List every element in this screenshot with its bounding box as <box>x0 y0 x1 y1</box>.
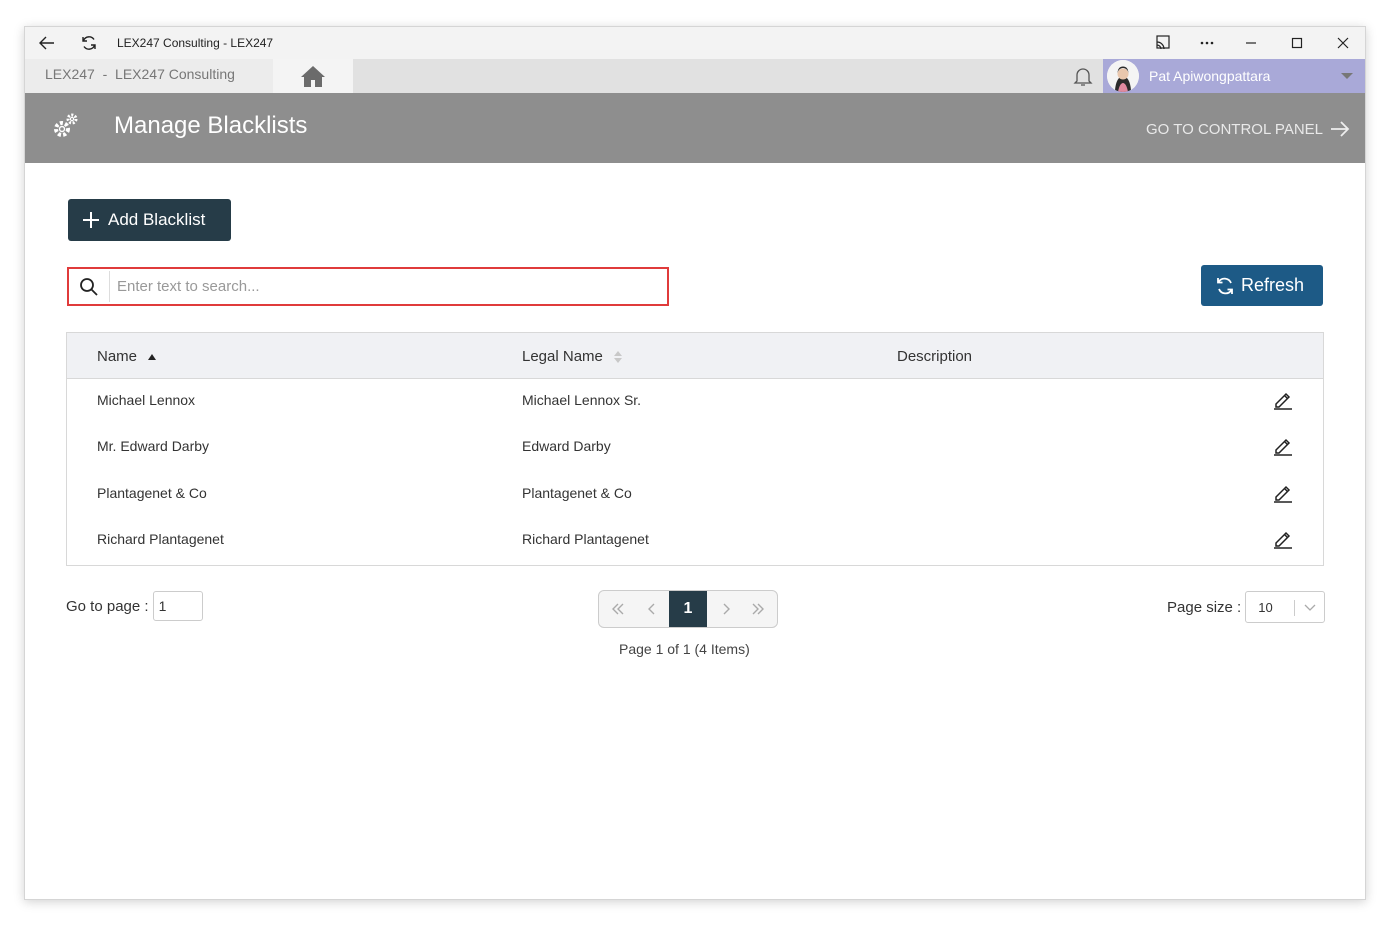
back-arrow-icon[interactable] <box>37 33 57 53</box>
sort-ascending-icon <box>148 353 157 360</box>
edit-pencil-icon[interactable] <box>1272 482 1294 504</box>
breadcrumb[interactable]: LEX247 - LEX247 Consulting <box>25 59 273 93</box>
page-size-select[interactable]: 10 <box>1245 591 1326 623</box>
pager: 1 <box>598 590 778 628</box>
next-page-icon[interactable] <box>709 591 743 627</box>
edit-pencil-icon[interactable] <box>1272 528 1294 550</box>
arrow-right-icon <box>1331 121 1350 137</box>
refresh-label: Refresh <box>1241 275 1305 295</box>
app-bar: LEX247 - LEX247 Consulting Pat Apiwongpa… <box>25 59 1365 93</box>
edit-pencil-icon[interactable] <box>1272 389 1294 411</box>
plus-icon <box>83 212 99 228</box>
page-number-button[interactable]: 1 <box>669 591 707 627</box>
add-blacklist-button[interactable]: Add Blacklist <box>68 199 231 241</box>
cell-legal-name: Plantagenet & Co <box>522 485 632 501</box>
app-window: LEX247 Consulting - LEX247 LEX247 - LEX2… <box>24 26 1366 900</box>
home-tab[interactable] <box>273 59 353 93</box>
table-row[interactable]: Mr. Edward Darby Edward Darby <box>67 425 1323 471</box>
go-to-page-label: Go to page : <box>66 597 149 615</box>
refresh-button[interactable]: Refresh <box>1201 265 1323 306</box>
page-size: Page size : 10 <box>1167 591 1326 623</box>
page-title: Manage Blacklists <box>114 112 308 139</box>
blacklist-table: Name Legal Name Description Michael Lenn… <box>66 332 1324 566</box>
table-row[interactable]: Richard Plantagenet Richard Plantagenet <box>67 518 1323 564</box>
avatar <box>1107 60 1139 92</box>
window-title: LEX247 Consulting - LEX247 <box>117 36 274 50</box>
reload-icon[interactable] <box>79 33 99 53</box>
column-header-label: Name <box>97 348 138 365</box>
column-header-label: Description <box>897 348 973 365</box>
cell-legal-name: Richard Plantagenet <box>522 531 649 547</box>
last-page-icon[interactable] <box>741 591 775 627</box>
page-header: Manage Blacklists GO TO CONTROL PANEL <box>25 93 1365 163</box>
chevron-down-icon <box>1303 600 1317 617</box>
table-row[interactable]: Plantagenet & Co Plantagenet & Co <box>67 472 1323 518</box>
cell-name: Mr. Edward Darby <box>97 438 210 454</box>
previous-page-icon[interactable] <box>635 591 669 627</box>
minimize-icon[interactable] <box>1241 33 1261 53</box>
user-menu[interactable]: Pat Apiwongpattara <box>1103 59 1365 93</box>
sort-icon <box>613 350 622 363</box>
add-blacklist-label: Add Blacklist <box>108 210 206 229</box>
go-to-control-panel-link[interactable]: GO TO CONTROL PANEL <box>1146 119 1351 139</box>
title-bar: LEX247 Consulting - LEX247 <box>25 27 1365 59</box>
search-divider <box>109 271 110 302</box>
column-header-label: Legal Name <box>522 348 603 365</box>
control-panel-label: GO TO CONTROL PANEL <box>1146 120 1323 138</box>
user-name: Pat Apiwongpattara <box>1149 68 1271 84</box>
cell-name: Plantagenet & Co <box>97 485 207 501</box>
cell-name: Richard Plantagenet <box>97 531 224 547</box>
go-to-page-input[interactable] <box>152 591 203 621</box>
search-input[interactable] <box>117 273 657 300</box>
select-divider <box>1294 600 1296 616</box>
maximize-icon[interactable] <box>1287 33 1307 53</box>
column-header-legal-name[interactable]: Legal Name <box>522 348 623 365</box>
edit-pencil-icon[interactable] <box>1272 435 1294 457</box>
refresh-icon <box>1217 277 1233 294</box>
page-info: Page 1 of 1 (4 Items) <box>619 641 750 657</box>
go-to-page: Go to page : <box>66 591 203 621</box>
column-header-description[interactable]: Description <box>897 348 972 365</box>
page-size-label: Page size : <box>1167 598 1242 616</box>
column-header-name[interactable]: Name <box>97 348 157 365</box>
search-icon <box>79 277 99 302</box>
gears-icon <box>51 111 81 146</box>
notification-bell-icon[interactable] <box>1071 64 1095 93</box>
page-size-value: 10 <box>1258 600 1273 615</box>
home-icon <box>301 66 325 87</box>
more-options-icon[interactable] <box>1197 33 1217 53</box>
cell-legal-name: Michael Lennox Sr. <box>522 392 642 408</box>
cell-name: Michael Lennox <box>97 392 196 408</box>
table-row[interactable]: Michael Lennox Michael Lennox Sr. <box>67 379 1323 425</box>
table-header: Name Legal Name Description <box>67 333 1323 379</box>
cell-legal-name: Edward Darby <box>522 438 611 454</box>
search-box <box>67 267 669 306</box>
cast-icon[interactable] <box>1153 33 1173 53</box>
chevron-down-icon[interactable] <box>1341 73 1353 79</box>
close-icon[interactable] <box>1333 33 1353 53</box>
first-page-icon[interactable] <box>601 591 635 627</box>
